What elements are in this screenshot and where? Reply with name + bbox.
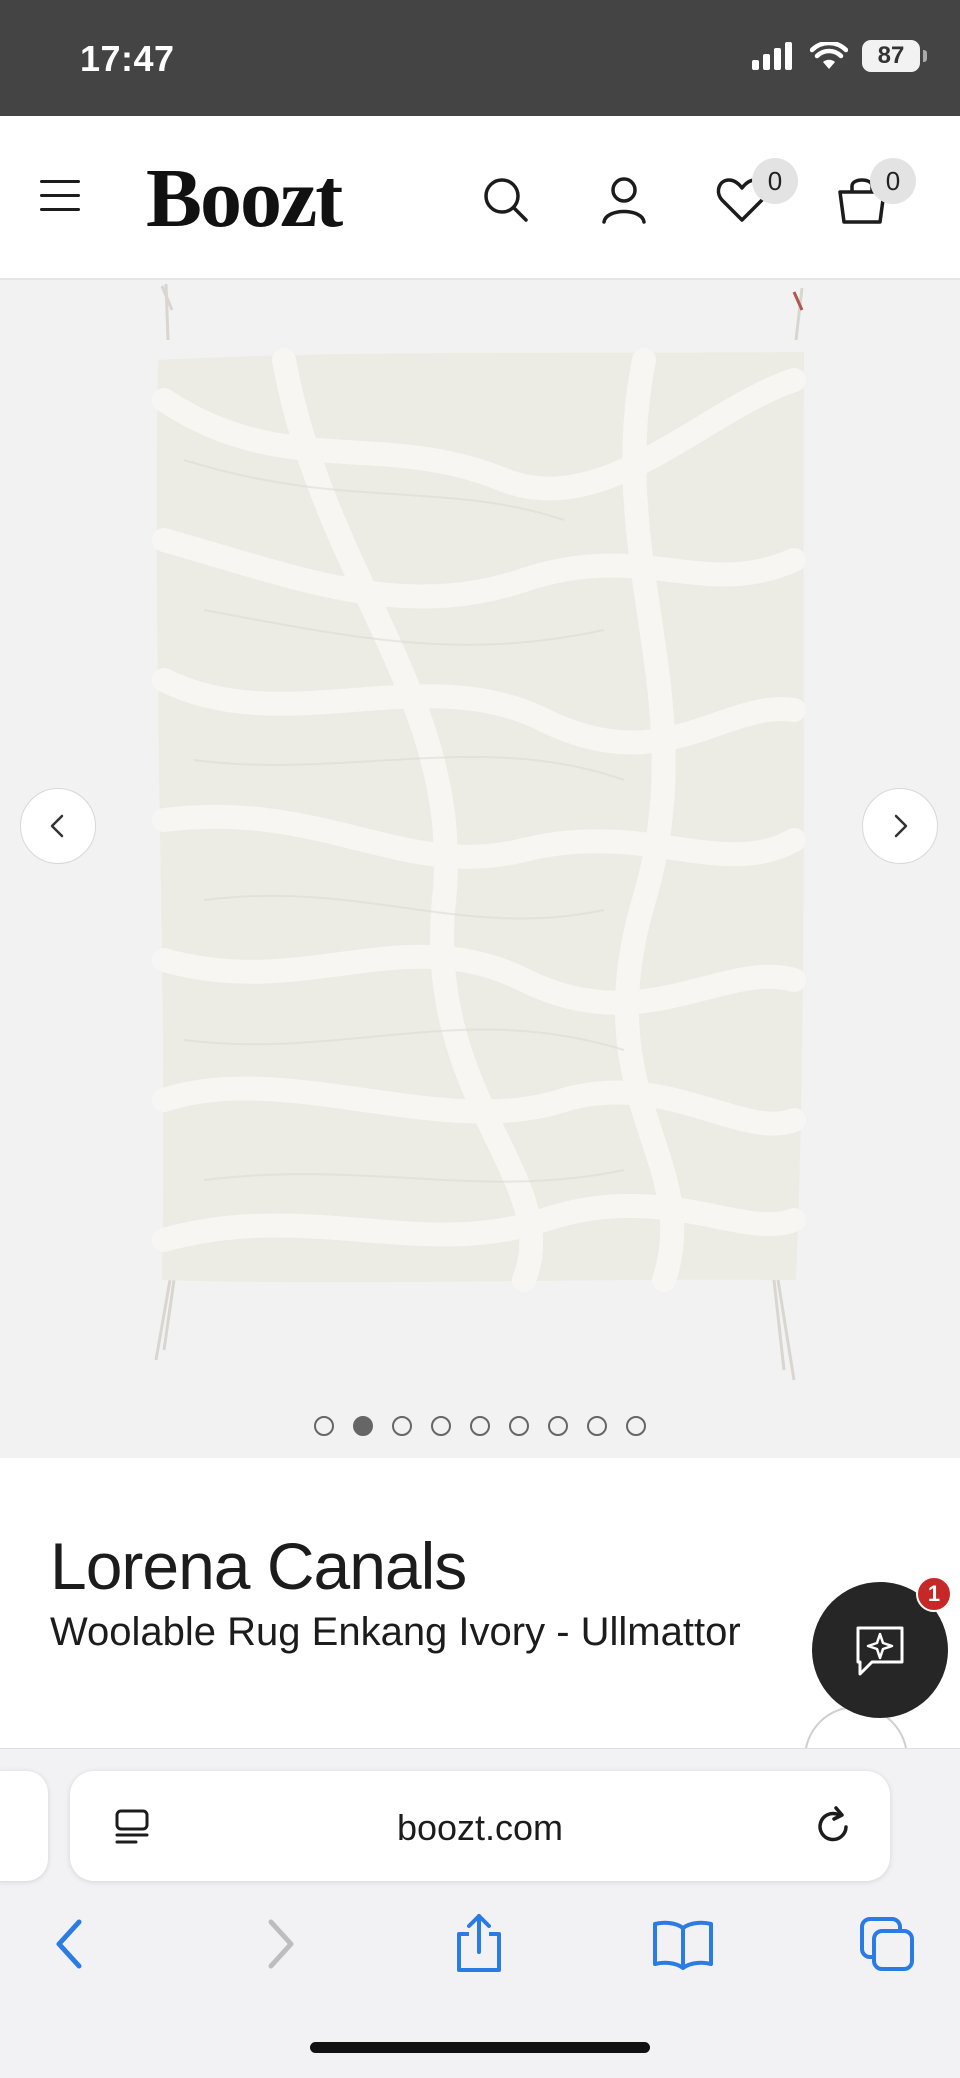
chat-sparkle-icon (856, 1626, 904, 1676)
menu-icon[interactable] (40, 180, 80, 212)
wishlist-count-badge: 0 (752, 158, 798, 204)
gallery-dot[interactable] (353, 1416, 373, 1436)
chevron-right-icon (894, 814, 908, 838)
reload-icon[interactable] (812, 1805, 854, 1847)
chat-notification-badge: 1 (916, 1576, 952, 1612)
site-logo[interactable]: Boozt (146, 150, 343, 247)
product-gallery[interactable] (0, 280, 960, 1458)
wifi-icon (810, 42, 848, 69)
gallery-dot[interactable] (470, 1416, 490, 1436)
account-icon[interactable] (596, 172, 652, 228)
cart-count-badge: 0 (870, 158, 916, 204)
previous-tab-preview[interactable] (0, 1771, 48, 1881)
gallery-dot[interactable] (548, 1416, 568, 1436)
status-icons: 87 (752, 40, 927, 72)
site-header: Boozt 0 0 (0, 116, 960, 280)
share-button[interactable] (444, 1909, 514, 1979)
battery-level: 87 (877, 42, 905, 69)
home-indicator[interactable] (310, 2042, 650, 2053)
share-icon (457, 1914, 501, 1972)
next-image-button[interactable] (862, 788, 938, 864)
gallery-pagination (0, 1416, 960, 1436)
product-name: Woolable Rug Enkang Ivory - Ullmattor (50, 1610, 741, 1654)
signal-icon (752, 42, 792, 70)
battery-icon: 87 (862, 40, 927, 72)
gallery-dot[interactable] (431, 1416, 451, 1436)
bookmarks-icon (653, 1920, 713, 1970)
search-icon[interactable] (478, 172, 534, 228)
product-brand[interactable]: Lorena Canals (50, 1528, 467, 1604)
forward-button[interactable] (244, 1909, 314, 1979)
gallery-dot[interactable] (314, 1416, 334, 1436)
gallery-dot[interactable] (392, 1416, 412, 1436)
chevron-left-icon (50, 814, 64, 838)
status-time: 17:47 (80, 38, 175, 79)
product-info: Lorena Canals Woolable Rug Enkang Ivory … (0, 1458, 960, 1748)
gallery-dot[interactable] (626, 1416, 646, 1436)
tabs-icon (860, 1917, 914, 1971)
back-icon (56, 1919, 82, 1969)
bookmarks-button[interactable] (648, 1909, 718, 1979)
url-text[interactable]: boozt.com (70, 1807, 890, 1849)
forward-icon (268, 1919, 294, 1969)
gallery-dot[interactable] (587, 1416, 607, 1436)
rug-image[interactable] (144, 280, 814, 1390)
browser-bottom-bar: boozt.com (0, 1748, 960, 2078)
tabs-button[interactable] (852, 1909, 922, 1979)
back-button[interactable] (36, 1909, 106, 1979)
previous-image-button[interactable] (20, 788, 96, 864)
gallery-dot[interactable] (509, 1416, 529, 1436)
status-bar: 17:47 87 (0, 0, 960, 116)
address-bar[interactable]: boozt.com (70, 1771, 890, 1881)
